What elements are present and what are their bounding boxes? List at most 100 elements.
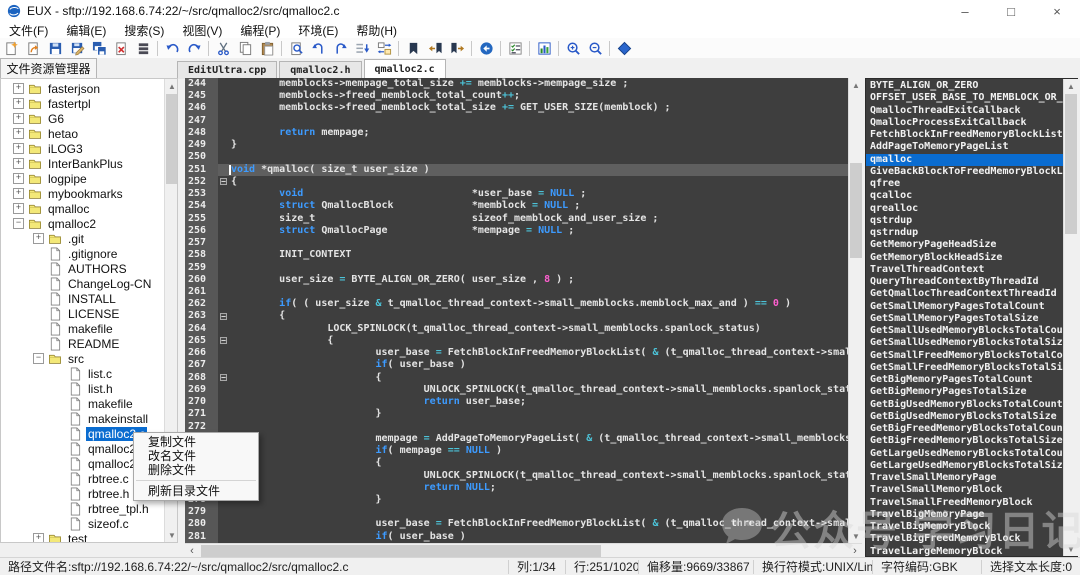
code-line[interactable]: 265− { (185, 335, 848, 347)
sidebar-header[interactable]: 文件资源管理器 (0, 58, 97, 78)
menu-item-6[interactable]: 帮助(H) (347, 22, 406, 39)
code-line[interactable]: 280 user_base = FetchBlockInFreedMemoryB… (185, 518, 848, 530)
function-list-item[interactable]: GetQmallocThreadContextThreadId (866, 288, 1064, 300)
tree-item[interactable]: +test (1, 531, 163, 543)
code-line[interactable]: 255 size_t sizeof_memblock_and_user_size… (185, 213, 848, 225)
function-list-item[interactable]: GetMemoryPageHeadSize (866, 239, 1064, 251)
tab-qmalloc2.h[interactable]: qmalloc2.h (279, 61, 361, 79)
tree-item[interactable]: INSTALL (1, 291, 163, 306)
menu-item-1[interactable]: 编辑(E) (57, 22, 115, 39)
replace-button[interactable] (373, 39, 395, 57)
code-line[interactable]: 262 if( ( user_size & t_qmalloc_thread_c… (185, 298, 848, 310)
code-line[interactable]: 266 user_base = FetchBlockInFreedMemoryB… (185, 347, 848, 359)
find-next-button[interactable] (329, 39, 351, 57)
context-menu-item[interactable]: 改名文件 (134, 449, 258, 463)
context-menu-item[interactable]: 删除文件 (134, 463, 258, 477)
bookmark-next-button[interactable] (446, 39, 468, 57)
code-line[interactable]: 263− { (185, 310, 848, 322)
code-line[interactable]: 257 (185, 237, 848, 249)
compare-chart-button[interactable] (533, 39, 555, 57)
tree-expander[interactable]: + (13, 98, 24, 109)
code-line[interactable]: 251void *qmalloc( size_t user_size ) (185, 164, 848, 176)
fold-marker-icon[interactable]: − (220, 374, 227, 381)
code-line[interactable]: 256 struct QmallocPage *mempage = NULL ; (185, 225, 848, 237)
tree-item[interactable]: +mybookmarks (1, 186, 163, 201)
tree-item[interactable]: list.h (1, 381, 163, 396)
tree-item[interactable]: +logpipe (1, 171, 163, 186)
function-list-item[interactable]: GetSmallMemoryPagesTotalSize (866, 313, 1064, 325)
fold-column[interactable]: − (218, 176, 231, 188)
save-button[interactable] (44, 39, 66, 57)
tree-item[interactable]: +hetao (1, 126, 163, 141)
find-prev-button[interactable] (307, 39, 329, 57)
function-list-item[interactable]: GetSmallUsedMemoryBlocksTotalSize (866, 337, 1064, 349)
function-list-button[interactable] (504, 39, 526, 57)
menu-item-3[interactable]: 视图(V) (173, 22, 231, 39)
tree-item[interactable]: list.c (1, 366, 163, 381)
fold-column[interactable]: − (218, 335, 231, 347)
code-line[interactable]: 247 (185, 115, 848, 127)
tree-item[interactable]: .gitignore (1, 246, 163, 261)
context-menu-item[interactable]: 刷新目录文件 (134, 484, 258, 498)
function-list-item[interactable]: QueryThreadContextByThreadId (866, 276, 1064, 288)
tree-expander[interactable]: + (13, 143, 24, 154)
function-list-item[interactable]: GetBigMemoryPagesTotalSize (866, 386, 1064, 398)
close-file-button[interactable] (110, 39, 132, 57)
fold-column[interactable]: − (218, 372, 231, 384)
function-list-item[interactable]: qstrdup (866, 215, 1064, 227)
find-button[interactable] (285, 39, 307, 57)
editor-horizontal-scrollbar[interactable]: ‹ › (185, 543, 862, 558)
tree-item[interactable]: +InterBankPlus (1, 156, 163, 171)
tree-item[interactable]: README (1, 336, 163, 351)
code-line[interactable]: 245 memblocks->freed_memblock_total_coun… (185, 90, 848, 102)
function-list-item[interactable]: GetBigFreedMemoryBlocksTotalCount (866, 423, 1064, 435)
tree-item[interactable]: makefile (1, 396, 163, 411)
function-list-item[interactable]: BYTE_ALIGN_OR_ZERO (866, 80, 1064, 92)
function-list-item[interactable]: TravelBigFreedMemoryBlock (866, 533, 1064, 545)
tree-expander[interactable]: + (13, 158, 24, 169)
code-line[interactable]: 269 UNLOCK_SPINLOCK(t_qmalloc_thread_con… (185, 384, 848, 396)
menu-item-0[interactable]: 文件(F) (0, 22, 57, 39)
function-list-scrollbar[interactable]: ▲ ▼ (1063, 79, 1078, 556)
function-list-item[interactable]: GetBigFreedMemoryBlocksTotalSize (866, 435, 1064, 447)
code-line[interactable]: 253 void *user_base = NULL ; (185, 188, 848, 200)
function-list-item[interactable]: GetBigUsedMemoryBlocksTotalSize (866, 411, 1064, 423)
function-list-item[interactable]: AddPageToMemoryPageList (866, 141, 1064, 153)
tree-item[interactable]: ChangeLog-CN (1, 276, 163, 291)
function-list-item[interactable]: GetLargeUsedMemoryBlocksTotalSize (866, 460, 1064, 472)
function-list-item[interactable]: qcalloc (866, 190, 1064, 202)
tree-item[interactable]: +G6 (1, 111, 163, 126)
code-line[interactable]: 270 return user_base; (185, 396, 848, 408)
function-list-item[interactable]: TravelBigMemoryPage (866, 509, 1064, 521)
code-line[interactable]: 248 return mempage; (185, 127, 848, 139)
code-line[interactable]: 254 struct QmallocBlock *memblock = NULL… (185, 200, 848, 212)
tree-expander[interactable]: + (13, 113, 24, 124)
function-list-item[interactable]: qmalloc (866, 154, 1064, 166)
function-list-item[interactable]: qfree (866, 178, 1064, 190)
redo-button[interactable] (183, 39, 205, 57)
save-all-button[interactable] (88, 39, 110, 57)
tree-expander[interactable]: + (13, 83, 24, 94)
function-list-item[interactable]: GetSmallFreedMemoryBlocksTotalSiz (866, 362, 1064, 374)
code-line[interactable]: 277 return NULL; (185, 482, 848, 494)
tree-expander[interactable]: + (13, 173, 24, 184)
function-list-item[interactable]: GetLargeUsedMemoryBlocksTotalCoun (866, 448, 1064, 460)
function-list-item[interactable]: FetchBlockInFreedMemoryBlockList (866, 129, 1064, 141)
function-list-item[interactable]: GetBigUsedMemoryBlocksTotalCount (866, 399, 1064, 411)
tree-item[interactable]: +iLOG3 (1, 141, 163, 156)
tree-item[interactable]: AUTHORS (1, 261, 163, 276)
editor-vertical-scrollbar[interactable]: ▲ ▼ (848, 78, 863, 543)
tree-expander[interactable]: − (13, 218, 24, 229)
bookmark-button[interactable] (402, 39, 424, 57)
function-list-item[interactable]: TravelSmallMemoryPage (866, 472, 1064, 484)
function-list-item[interactable]: qstrndup (866, 227, 1064, 239)
tab-EditUltra.cpp[interactable]: EditUltra.cpp (177, 61, 277, 79)
save-as-button[interactable] (66, 39, 88, 57)
function-list-item[interactable]: GetMemoryBlockHeadSize (866, 252, 1064, 264)
menu-item-5[interactable]: 环境(E) (289, 22, 347, 39)
zoom-in-button[interactable] (562, 39, 584, 57)
copy-button[interactable] (234, 39, 256, 57)
fold-column[interactable]: − (218, 310, 231, 322)
function-list-item[interactable]: GiveBackBlockToFreedMemoryBlockLi (866, 166, 1064, 178)
tree-expander[interactable]: + (13, 203, 24, 214)
